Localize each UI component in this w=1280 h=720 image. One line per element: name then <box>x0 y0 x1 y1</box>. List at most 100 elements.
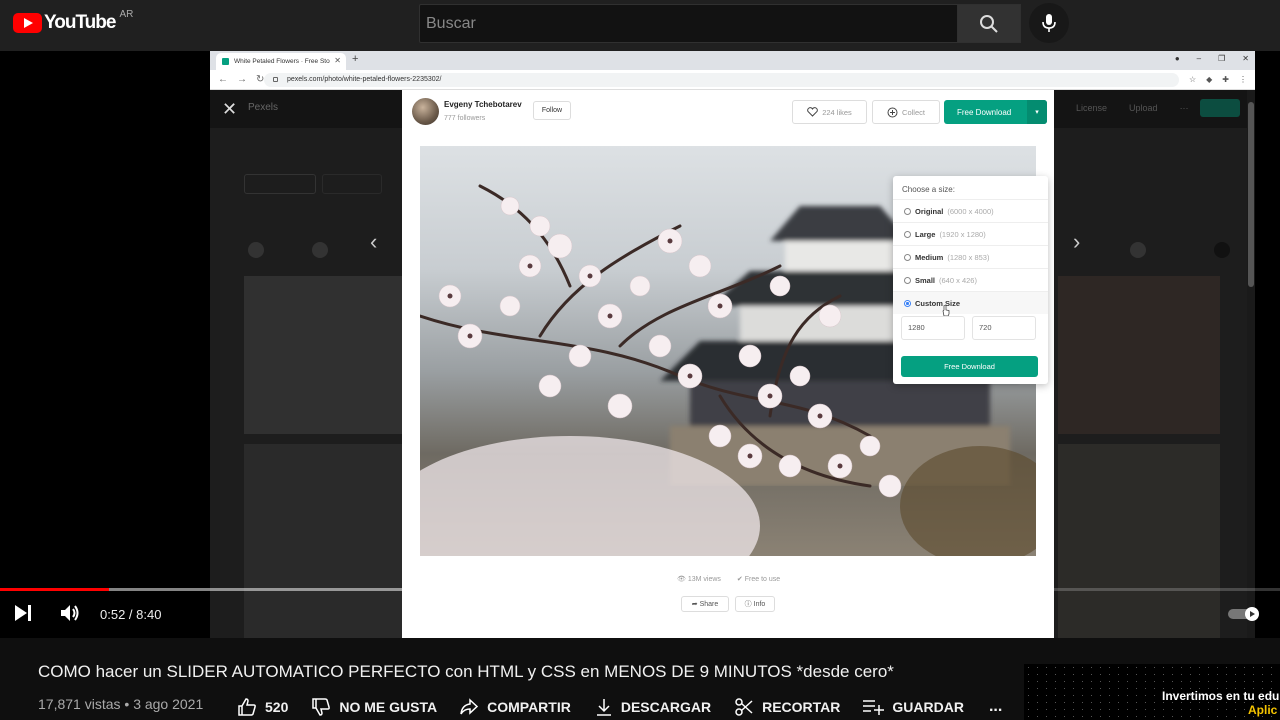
download-button[interactable]: DESCARGAR <box>595 697 711 717</box>
lock-icon <box>273 77 278 82</box>
more-dots-icon: ... <box>988 698 1003 715</box>
browser-toolbar: ← → ↻ pexels.com/photo/white-petaled-flo… <box>210 70 1255 90</box>
size-option-medium: Medium (1280 x 853) <box>893 245 1048 268</box>
upload-date: 3 ago 2021 <box>133 696 204 712</box>
search-input[interactable] <box>420 5 957 42</box>
thumbs-down-icon <box>312 698 331 716</box>
author-followers: 777 followers <box>444 115 486 122</box>
view-count: 17,871 vistas <box>38 696 121 712</box>
pexels-favicon-icon <box>222 58 229 65</box>
thumbs-up-icon <box>238 698 256 716</box>
size-option-original: Original (6000 x 4000) <box>893 199 1048 222</box>
action-bar: 520 NO ME GUSTA COMPARTIR DESCARGAR RECO… <box>237 697 1002 717</box>
free-download-label: Free Download <box>957 107 1012 117</box>
search-button[interactable] <box>957 4 1021 43</box>
photo-tile-dimmed <box>244 444 402 638</box>
autoplay-toggle[interactable] <box>1228 607 1262 621</box>
restore-icon: ❐ <box>1218 54 1226 63</box>
search-box <box>419 4 958 43</box>
radio-selected-icon <box>904 299 911 307</box>
avatar-dimmed <box>312 242 328 258</box>
tab-close-icon: ✕ <box>334 56 341 65</box>
views-count: 👁 13M views <box>677 576 721 583</box>
new-tab-icon: + <box>352 53 359 65</box>
custom-width-input: 1280 <box>901 316 965 340</box>
browser-tab-title: White Petaled Flowers · Free Sto <box>234 58 330 65</box>
like-button: 224 likes <box>792 100 867 124</box>
save-button[interactable]: GUARDAR <box>862 698 964 716</box>
photo-tile-dimmed <box>1058 276 1220 434</box>
collect-button: Collect <box>872 100 940 124</box>
save-label: GUARDAR <box>892 699 964 715</box>
like-count: 520 <box>265 699 289 715</box>
photo-tile-dimmed <box>244 276 402 434</box>
youtube-logo-icon <box>13 13 42 33</box>
clip-label: RECORTAR <box>762 699 841 715</box>
address-url: pexels.com/photo/white-petaled-flowers-2… <box>287 76 442 83</box>
previous-photo-icon: ‹ <box>370 229 378 254</box>
download-size-menu: Choose a size: Original (6000 x 4000) La… <box>893 176 1048 384</box>
chevron-down-icon: ▾ <box>1027 100 1047 124</box>
promo-cta: Aplic <box>1248 703 1278 717</box>
puzzle-icon: ✚ <box>1222 75 1229 84</box>
photo-stats: 👁 13M views ✔ Free to use <box>677 575 780 583</box>
extension-icons: ☆ ◆ ✚ ⋮ <box>1189 75 1247 84</box>
country-code: AR <box>119 8 134 20</box>
menu-dots-icon: ⋮ <box>1239 75 1247 84</box>
clip-button[interactable]: RECORTAR <box>734 697 840 717</box>
video-meta: 17,871 vistas • 3 ago 2021 <box>38 696 204 712</box>
radio-icon <box>904 253 911 261</box>
filter-chip-dimmed <box>322 174 382 194</box>
promo-banner[interactable]: Invertimos en tu edu Aplic <box>1024 664 1280 720</box>
author-avatar <box>412 98 439 125</box>
time-display: 0:52 / 8:40 <box>100 607 162 622</box>
join-button-dimmed <box>1200 99 1240 117</box>
size-option-small: Small (640 x 426) <box>893 268 1048 291</box>
plus-circle-icon <box>887 107 898 117</box>
avatar-dimmed <box>1214 242 1230 258</box>
video-frame: White Petaled Flowers · Free Sto ✕ + ● –… <box>210 51 1255 638</box>
more-actions-button[interactable]: ... <box>989 698 1002 716</box>
browser-tab-strip: White Petaled Flowers · Free Sto ✕ + ● –… <box>210 51 1255 70</box>
volume-button[interactable] <box>59 603 81 628</box>
radio-icon <box>904 276 911 284</box>
video-player[interactable]: White Petaled Flowers · Free Sto ✕ + ● –… <box>0 51 1280 638</box>
next-video-button[interactable] <box>13 604 33 627</box>
promo-headline: Invertimos en tu edu <box>1162 689 1280 703</box>
size-menu-title: Choose a size: <box>902 185 955 194</box>
browser-tab: White Petaled Flowers · Free Sto ✕ <box>216 53 346 70</box>
share-button[interactable]: COMPARTIR <box>459 698 571 716</box>
minimize-icon: – <box>1196 54 1202 63</box>
photo-tile-dimmed <box>1058 444 1220 638</box>
logo-wordmark: YouTube <box>44 12 116 33</box>
window-close-icon: ✕ <box>1242 54 1249 63</box>
like-video-button[interactable]: 520 <box>237 697 288 717</box>
share-photo-button: ➦ Share <box>681 596 729 612</box>
back-icon: ← <box>218 74 228 85</box>
license-info: ✔ Free to use <box>736 576 781 583</box>
follow-button: Follow <box>533 101 571 120</box>
window-controls: ● – ❐ ✕ <box>1175 54 1249 63</box>
share-icon <box>460 698 479 715</box>
share-label: COMPARTIR <box>487 699 571 715</box>
extension-icon: ◆ <box>1206 75 1213 84</box>
dislike-button[interactable]: NO ME GUSTA <box>311 697 437 717</box>
radio-icon <box>904 230 911 238</box>
address-bar: pexels.com/photo/white-petaled-flowers-2… <box>264 73 1179 87</box>
browser-nav: ← → ↻ <box>218 74 264 85</box>
custom-height-input: 720 <box>972 316 1036 340</box>
size-option-custom: Custom Size <box>893 291 1048 317</box>
download-label: DESCARGAR <box>620 699 712 715</box>
voice-search-button[interactable] <box>1029 3 1069 43</box>
scissors-icon <box>735 698 753 716</box>
avatar-dimmed <box>248 242 264 258</box>
download-icon <box>596 699 611 716</box>
free-download-button: Free Download ▾ <box>944 100 1047 124</box>
pexels-right-nav-dimmed: License Upload ··· <box>1076 103 1189 113</box>
collect-label: Collect <box>902 107 925 117</box>
bookmark-star-icon: ☆ <box>1188 75 1197 84</box>
play-next-icon <box>15 605 31 621</box>
menu-free-download-button: Free Download <box>901 356 1038 377</box>
profile-icon: ● <box>1174 54 1180 63</box>
youtube-logo[interactable]: YouTube AR <box>13 8 134 34</box>
